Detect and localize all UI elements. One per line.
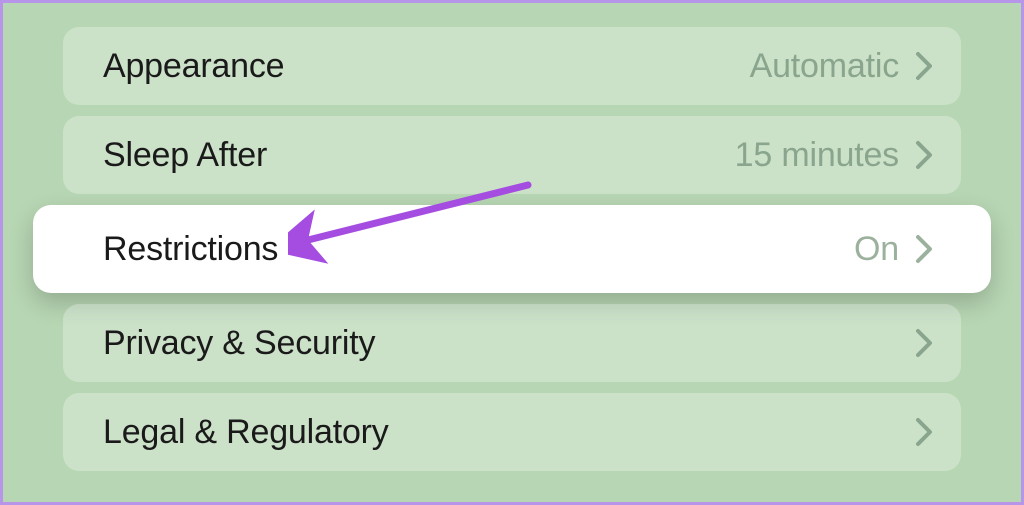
chevron-right-icon [915, 234, 933, 264]
settings-row-legal-regulatory[interactable]: Legal & Regulatory [63, 393, 961, 471]
chevron-right-icon [915, 51, 933, 81]
row-value: On [854, 230, 899, 269]
row-label: Appearance [103, 47, 284, 86]
row-label: Privacy & Security [103, 324, 375, 363]
row-value: 15 minutes [735, 136, 899, 175]
row-right [899, 417, 933, 447]
row-right: Automatic [750, 47, 933, 86]
settings-row-sleep-after[interactable]: Sleep After 15 minutes [63, 116, 961, 194]
chevron-right-icon [915, 417, 933, 447]
settings-row-restrictions[interactable]: Restrictions On [33, 205, 991, 293]
settings-list: Appearance Automatic Sleep After 15 minu… [3, 3, 1021, 491]
settings-row-privacy-security[interactable]: Privacy & Security [63, 304, 961, 382]
row-label: Sleep After [103, 136, 267, 175]
chevron-right-icon [915, 140, 933, 170]
settings-row-appearance[interactable]: Appearance Automatic [63, 27, 961, 105]
row-label: Legal & Regulatory [103, 413, 389, 452]
row-right: On [854, 230, 933, 269]
row-right: 15 minutes [735, 136, 933, 175]
row-right [899, 328, 933, 358]
row-value: Automatic [750, 47, 899, 86]
chevron-right-icon [915, 328, 933, 358]
row-label: Restrictions [103, 230, 278, 269]
